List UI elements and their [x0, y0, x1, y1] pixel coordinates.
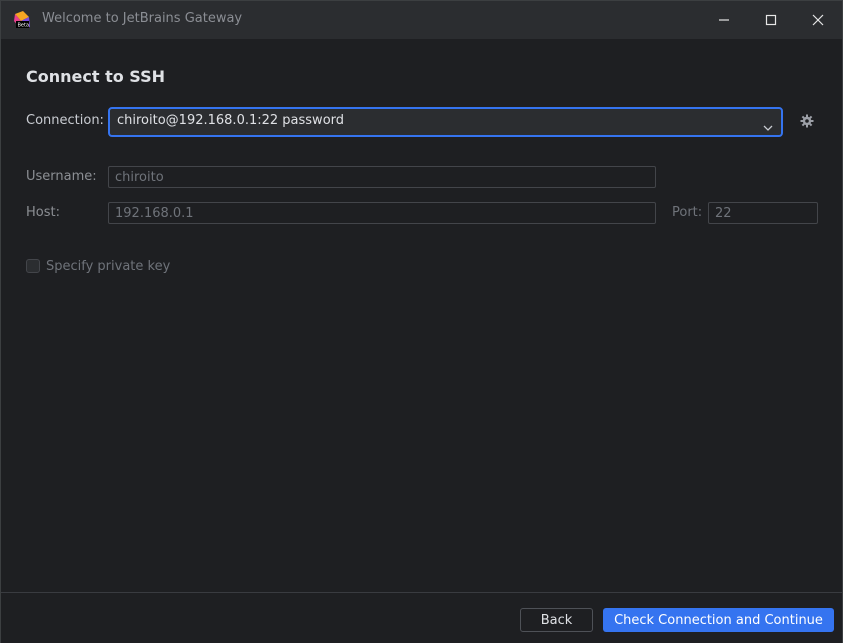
- connection-label: Connection:: [26, 113, 104, 128]
- gear-icon[interactable]: [800, 113, 814, 132]
- gateway-window: Beta Welcome to JetBrains Gateway Connec…: [0, 0, 843, 643]
- close-button[interactable]: [795, 1, 841, 39]
- close-icon: [812, 14, 824, 26]
- main-content: Connect to SSH Connection: chiroito@192.…: [1, 39, 842, 592]
- svg-text:Beta: Beta: [18, 23, 30, 29]
- chevron-down-icon[interactable]: [763, 117, 773, 136]
- title-bar[interactable]: Beta Welcome to JetBrains Gateway: [1, 1, 842, 39]
- jetbrains-gateway-icon: Beta: [13, 11, 31, 29]
- username-field[interactable]: chiroito: [108, 166, 656, 188]
- maximize-button[interactable]: [748, 1, 794, 39]
- username-value: chiroito: [115, 170, 164, 185]
- maximize-icon: [765, 14, 777, 26]
- connection-dropdown[interactable]: chiroito@192.168.0.1:22 password: [108, 107, 783, 137]
- host-label: Host:: [26, 205, 60, 220]
- port-field[interactable]: 22: [708, 202, 818, 224]
- host-value: 192.168.0.1: [115, 206, 194, 221]
- username-label: Username:: [26, 169, 97, 184]
- minimize-button[interactable]: [701, 1, 747, 39]
- back-button[interactable]: Back: [520, 608, 593, 632]
- private-key-checkbox[interactable]: [26, 259, 40, 273]
- connection-value: chiroito@192.168.0.1:22 password: [117, 113, 345, 128]
- port-value: 22: [715, 206, 732, 221]
- page-title: Connect to SSH: [26, 67, 165, 86]
- host-field[interactable]: 192.168.0.1: [108, 202, 656, 224]
- port-label: Port:: [672, 205, 703, 220]
- private-key-label: Specify private key: [46, 259, 171, 274]
- dialog-footer: Back Check Connection and Continue: [1, 592, 842, 643]
- minimize-icon: [719, 19, 729, 21]
- check-connection-button[interactable]: Check Connection and Continue: [603, 608, 834, 632]
- window-title: Welcome to JetBrains Gateway: [42, 11, 243, 26]
